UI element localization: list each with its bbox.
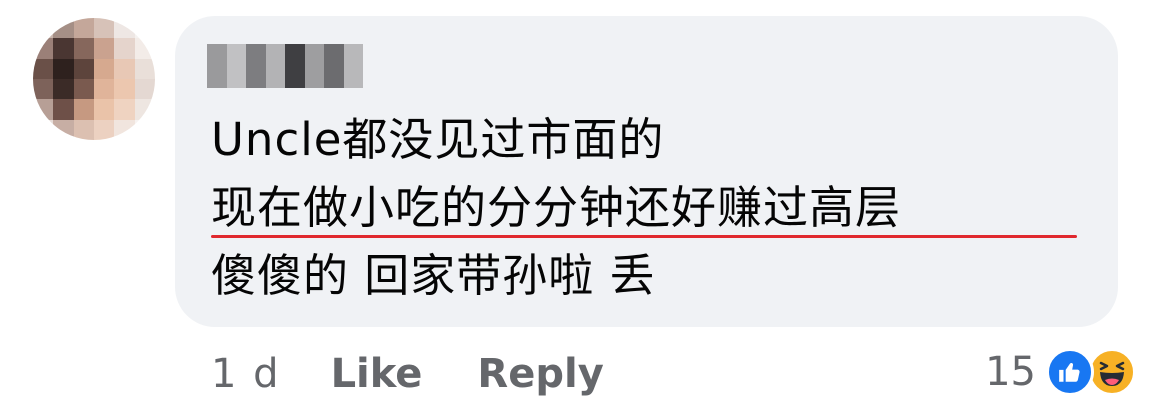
red-underline-mark	[211, 235, 1077, 238]
reply-button[interactable]: Reply	[477, 351, 603, 397]
comment-text-line-2: 现在做小吃的分分钟还好赚过高层	[211, 181, 902, 234]
like-button[interactable]: Like	[331, 351, 423, 397]
comment-avatar[interactable]	[33, 18, 155, 140]
haha-icon	[1088, 348, 1136, 396]
author-name-redacted[interactable]	[207, 44, 363, 88]
like-icon	[1046, 348, 1094, 396]
comment-actions: 1 d Like Reply	[211, 346, 659, 402]
comment-text-line-3: 傻傻的 回家带孙啦 丢	[211, 249, 656, 302]
reaction-count: 15	[985, 349, 1036, 395]
reaction-summary[interactable]: 15	[985, 344, 1136, 400]
comment-timestamp[interactable]: 1 d	[211, 351, 281, 397]
comment-text-line-1: Uncle都没见过市面的	[211, 113, 665, 166]
